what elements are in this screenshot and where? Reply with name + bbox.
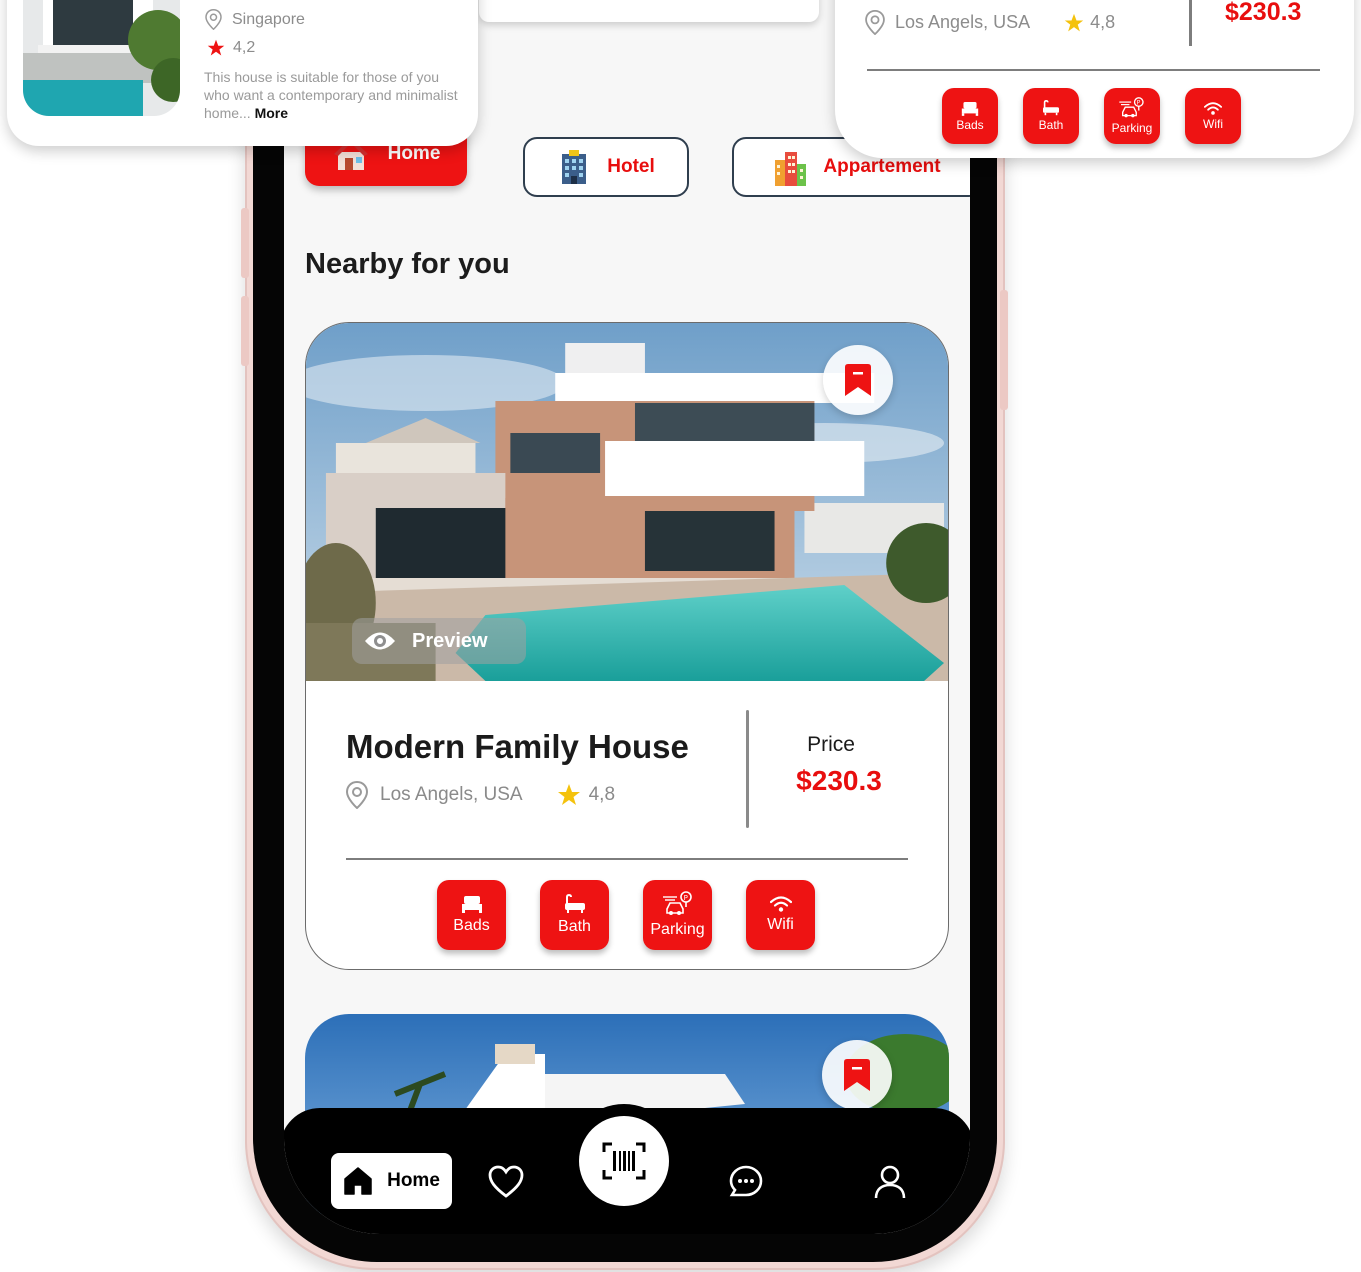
amenity-bads[interactable]: Bads: [437, 880, 506, 950]
listing-thumbnail: [23, 0, 180, 116]
eye-icon: [365, 632, 395, 650]
amenity-bath[interactable]: Bath: [1023, 88, 1079, 144]
property-title: Modern Family House: [346, 728, 689, 765]
heart-icon[interactable]: [488, 1164, 524, 1200]
location-pin-icon: [346, 781, 368, 809]
phone-side-button: [241, 296, 249, 366]
listing-location-text: Singapore: [232, 10, 305, 28]
amenity-label: Wifi: [1203, 116, 1223, 131]
location-pin-icon: [865, 10, 885, 35]
more-link[interactable]: More: [255, 105, 288, 121]
location-pin-icon: [205, 9, 222, 30]
price-divider: [1189, 0, 1192, 46]
bed-icon: [461, 896, 482, 913]
top-card-edge: [479, 0, 819, 22]
bed-icon: [961, 101, 979, 116]
phone-power-button: [1000, 290, 1008, 410]
wifi-icon: [769, 896, 792, 912]
amenity-wifi[interactable]: Wifi: [746, 880, 815, 950]
wifi-icon: [1204, 101, 1222, 115]
amenity-label: Bath: [1038, 118, 1064, 132]
scan-button[interactable]: [579, 1116, 669, 1206]
chat-icon[interactable]: [728, 1164, 764, 1200]
star-icon: [557, 784, 580, 805]
amenity-wifi[interactable]: Wifi: [1185, 88, 1241, 144]
bookmark-icon: [845, 364, 871, 396]
category-label: Appartement: [823, 156, 941, 177]
profile-icon[interactable]: [872, 1164, 908, 1200]
amenity-label: Parking: [650, 921, 705, 938]
price-value: $230.3: [796, 765, 882, 796]
listing-location-text: Los Angels, USA: [895, 12, 1031, 32]
preview-label: Preview: [412, 629, 488, 652]
listing-rating: 4,2: [207, 39, 255, 57]
bookmark-icon: [844, 1059, 870, 1091]
amenity-bads[interactable]: Bads: [942, 88, 998, 144]
bookmark-button[interactable]: [823, 345, 893, 415]
property-location: Los Angels, USA: [380, 784, 523, 805]
category-label: Home: [387, 143, 441, 164]
parking-car-icon: P: [662, 891, 692, 915]
amenity-row: Bads Bath P Parking Wifi: [437, 880, 815, 950]
barcode-scan-icon: [602, 1142, 646, 1180]
amenity-row: Bads Bath P Parking Wifi: [942, 88, 1241, 144]
amenity-label: Wifi: [767, 916, 794, 933]
bottom-nav: Home: [284, 1108, 970, 1234]
listing-description: This house is suitable for those of you …: [204, 68, 464, 122]
price-divider: [746, 710, 749, 828]
listing-rating-text: 4,8: [1090, 12, 1116, 32]
amenity-parking[interactable]: P Parking: [1104, 88, 1160, 144]
nav-home-button[interactable]: Home: [331, 1153, 452, 1209]
amenity-label: Parking: [1111, 121, 1153, 135]
star-icon: [207, 39, 225, 56]
amenity-bath[interactable]: Bath: [540, 880, 609, 950]
amenity-divider: [346, 858, 908, 860]
svg-text:P: P: [683, 894, 687, 902]
phone-side-button: [241, 208, 249, 278]
floating-listing-card-left[interactable]: Singapore 4,2 This house is suitable for…: [7, 0, 478, 146]
apartment-building-icon: [775, 152, 807, 186]
bathtub-icon: [564, 894, 585, 913]
listing-rating-text: 4,2: [233, 39, 256, 56]
category-tab-hotel[interactable]: Hotel: [523, 137, 689, 197]
listing-location: Singapore: [205, 9, 305, 30]
bathtub-icon: [1043, 100, 1059, 116]
amenity-label: Bath: [558, 918, 591, 935]
amenity-label: Bads: [956, 117, 984, 132]
listing-description-text: This house is suitable for those of you …: [204, 69, 458, 121]
preview-button[interactable]: Preview: [352, 618, 526, 664]
category-label: Hotel: [607, 156, 655, 177]
bookmark-button[interactable]: [822, 1040, 892, 1110]
home-icon: [344, 1167, 372, 1195]
price-label: Price: [807, 733, 855, 756]
price-value: $230.3: [1225, 0, 1302, 26]
hotel-building-icon: [562, 150, 587, 184]
amenity-label: Bads: [453, 917, 490, 934]
property-rating: 4,8: [588, 784, 616, 805]
amenity-parking[interactable]: P Parking: [643, 880, 712, 950]
nav-home-label: Home: [387, 1170, 440, 1191]
section-title: Nearby for you: [305, 248, 510, 280]
property-card[interactable]: Preview Modern Family House Los Angels, …: [305, 322, 949, 970]
property-meta: Los Angels, USA 4,8: [346, 781, 615, 809]
svg-text:P: P: [1137, 101, 1141, 107]
star-icon: [1064, 13, 1084, 31]
floating-listing-card-right[interactable]: Los Angels, USA 4,8 $230.3 Bads Bath P P…: [835, 0, 1354, 158]
parking-car-icon: P: [1119, 97, 1144, 118]
amenity-divider: [867, 69, 1320, 71]
app-screen: Home Hotel Appartement Nearby for you Pr…: [284, 0, 970, 1234]
listing-meta: Los Angels, USA 4,8: [865, 10, 1115, 35]
